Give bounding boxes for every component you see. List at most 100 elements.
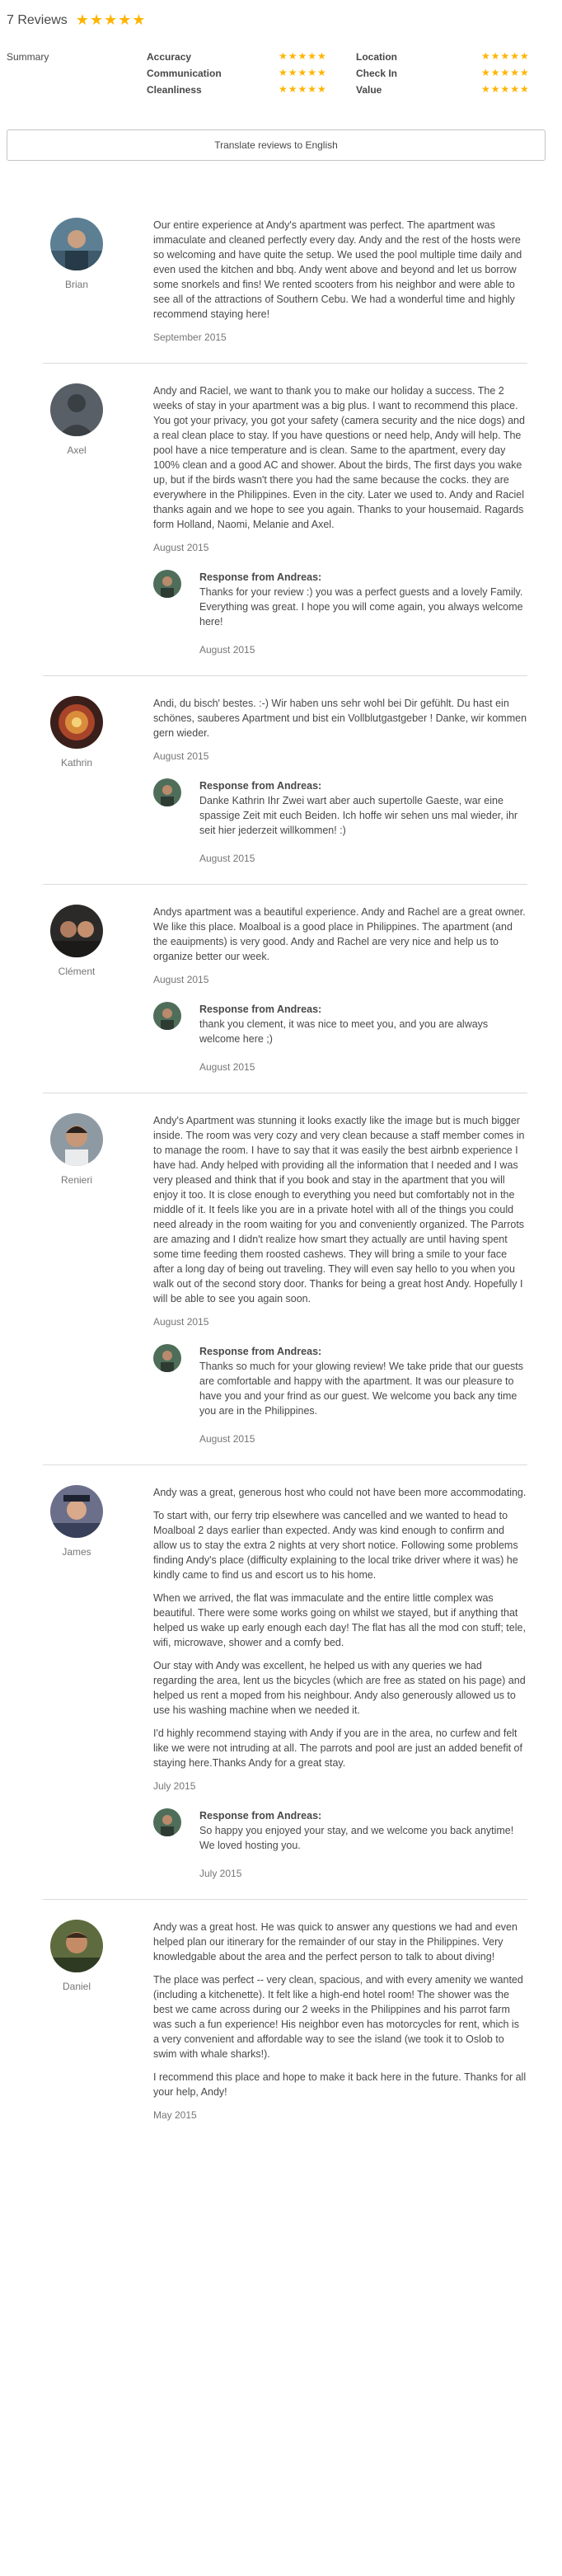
review-date: September 2015	[153, 331, 227, 343]
host-avatar[interactable]	[153, 1002, 181, 1030]
response-title: Response from Andreas:	[199, 1004, 322, 1015]
rating-stars: ★★★★★	[481, 50, 530, 62]
review-text: To start with, our ferry trip elsewhere …	[153, 1510, 518, 1581]
host-response: Response from Andreas: Thanks so much fo…	[153, 1344, 527, 1446]
review-text: Andy was a great, generous host who coul…	[153, 1487, 527, 1498]
avatar[interactable]	[50, 905, 103, 957]
rating-stars: ★★★★★	[279, 67, 327, 78]
response-title: Response from Andreas:	[199, 780, 322, 792]
response-text: Danke Kathrin Ihr Zwei wart aber auch su…	[199, 795, 518, 836]
rating-label: Check In	[356, 68, 398, 79]
host-avatar[interactable]	[153, 1344, 181, 1372]
rating-label: Communication	[147, 68, 222, 79]
reviewer-info[interactable]: Kathrin	[49, 696, 104, 769]
reviewer-info[interactable]: Daniel	[49, 1920, 104, 1992]
response-text: Thanks so much for your glowing review! …	[199, 1361, 524, 1417]
host-avatar[interactable]	[153, 1808, 181, 1836]
avatar[interactable]	[50, 1485, 103, 1538]
review-text: When we arrived, the flat was immaculate…	[153, 1592, 526, 1648]
rating-value: Value ★★★★★	[356, 83, 529, 96]
avatar[interactable]	[50, 383, 103, 436]
review-text: Andi, du bisch' bestes. :-) Wir haben un…	[153, 698, 527, 739]
response-content: Response from Andreas: So happy you enjo…	[199, 1808, 527, 1881]
rating-stars: ★★★★★	[279, 50, 327, 62]
review-item: Daniel Andy was a great host. He was qui…	[43, 1900, 527, 2141]
review-body: Our entire experience at Andy's apartmen…	[153, 218, 527, 345]
review-date: August 2015	[153, 1316, 209, 1328]
response-date: August 2015	[199, 1061, 255, 1073]
review-date: August 2015	[153, 542, 209, 553]
rating-stars: ★★★★★	[481, 83, 530, 95]
review-text: Our entire experience at Andy's apartmen…	[153, 219, 522, 320]
avatar[interactable]	[50, 218, 103, 270]
response-content: Response from Andreas: Danke Kathrin Ihr…	[199, 778, 527, 866]
reviews-page: 7 Reviews ★★★★★ Summary Accuracy ★★★★★ C…	[0, 0, 562, 2576]
review-text: Andy was a great host. He was quick to a…	[153, 1921, 518, 1963]
review-body: Andy was a great, generous host who coul…	[153, 1485, 527, 1881]
host-response: Response from Andreas: So happy you enjo…	[153, 1808, 527, 1881]
reviews-header: 7 Reviews ★★★★★	[7, 12, 147, 29]
review-date: July 2015	[153, 1780, 196, 1792]
rating-label: Cleanliness	[147, 84, 202, 96]
review-text: Our stay with Andy was excellent, he hel…	[153, 1660, 526, 1716]
reviewer-name[interactable]: Daniel	[49, 1981, 104, 1992]
reviews-list: Brian Our entire experience at Andy's ap…	[0, 198, 562, 2141]
review-body: Andy and Raciel, we want to thank you to…	[153, 383, 527, 657]
rating-label: Location	[356, 51, 397, 63]
rating-summary: Summary Accuracy ★★★★★ Communication ★★★…	[7, 49, 554, 102]
avatar[interactable]	[50, 696, 103, 749]
review-item: Renieri Andy's Apartment was stunning it…	[43, 1093, 527, 1465]
rating-stars: ★★★★★	[481, 67, 530, 78]
review-text: The place was perfect -- very clean, spa…	[153, 1974, 523, 2060]
review-date: May 2015	[153, 2109, 197, 2121]
rating-cleanliness: Cleanliness ★★★★★	[147, 83, 326, 96]
response-title: Response from Andreas:	[199, 1810, 322, 1822]
review-body: Andys apartment was a beautiful experien…	[153, 905, 527, 1074]
response-content: Response from Andreas: Thanks so much fo…	[199, 1344, 527, 1446]
reviewer-info[interactable]: James	[49, 1485, 104, 1558]
host-response: Response from Andreas: thank you clement…	[153, 1002, 527, 1074]
review-item: James Andy was a great, generous host wh…	[43, 1465, 527, 1900]
reviewer-info[interactable]: Renieri	[49, 1113, 104, 1186]
reviewer-info[interactable]: Brian	[49, 218, 104, 290]
response-content: Response from Andreas: Thanks for your r…	[199, 570, 527, 657]
reviewer-name[interactable]: Kathrin	[49, 757, 104, 769]
host-avatar[interactable]	[153, 778, 181, 806]
response-title: Response from Andreas:	[199, 1346, 322, 1357]
reviews-count-title: 7 Reviews	[7, 12, 68, 27]
avatar[interactable]	[50, 1920, 103, 1972]
host-avatar[interactable]	[153, 570, 181, 598]
reviewer-info[interactable]: Clément	[49, 905, 104, 977]
response-title: Response from Andreas:	[199, 571, 322, 583]
reviewer-name[interactable]: Renieri	[49, 1174, 104, 1186]
rating-location: Location ★★★★★	[356, 50, 529, 63]
reviewer-name[interactable]: James	[49, 1546, 104, 1558]
reviewer-info[interactable]: Axel	[49, 383, 104, 456]
review-body: Andy was a great host. He was quick to a…	[153, 1920, 527, 2122]
rating-label: Accuracy	[147, 51, 192, 63]
rating-stars: ★★★★★	[279, 83, 327, 95]
host-response: Response from Andreas: Danke Kathrin Ihr…	[153, 778, 527, 866]
review-item: Clément Andys apartment was a beautiful …	[43, 885, 527, 1093]
reviewer-name[interactable]: Clément	[49, 966, 104, 977]
response-text: thank you clement, it was nice to meet y…	[199, 1018, 489, 1045]
review-text: Andy's Apartment was stunning it looks e…	[153, 1115, 525, 1304]
host-response: Response from Andreas: Thanks for your r…	[153, 570, 527, 657]
response-date: August 2015	[199, 1433, 255, 1445]
rating-check-in: Check In ★★★★★	[356, 67, 529, 79]
rating-label: Value	[356, 84, 382, 96]
translate-reviews-button[interactable]: Translate reviews to English	[7, 129, 546, 161]
reviewer-name[interactable]: Axel	[49, 444, 104, 456]
response-date: August 2015	[199, 853, 255, 864]
review-date: August 2015	[153, 750, 209, 762]
rating-accuracy: Accuracy ★★★★★	[147, 50, 326, 63]
review-body: Andi, du bisch' bestes. :-) Wir haben un…	[153, 696, 527, 866]
reviewer-name[interactable]: Brian	[49, 279, 104, 290]
response-date: August 2015	[199, 644, 255, 656]
review-date: August 2015	[153, 974, 209, 985]
response-date: July 2015	[199, 1868, 242, 1879]
review-text: I recommend this place and hope to make …	[153, 2071, 527, 2098]
review-item: Kathrin Andi, du bisch' bestes. :-) Wir …	[43, 676, 527, 885]
avatar[interactable]	[50, 1113, 103, 1166]
response-text: Thanks for your review :) you was a perf…	[199, 586, 523, 628]
